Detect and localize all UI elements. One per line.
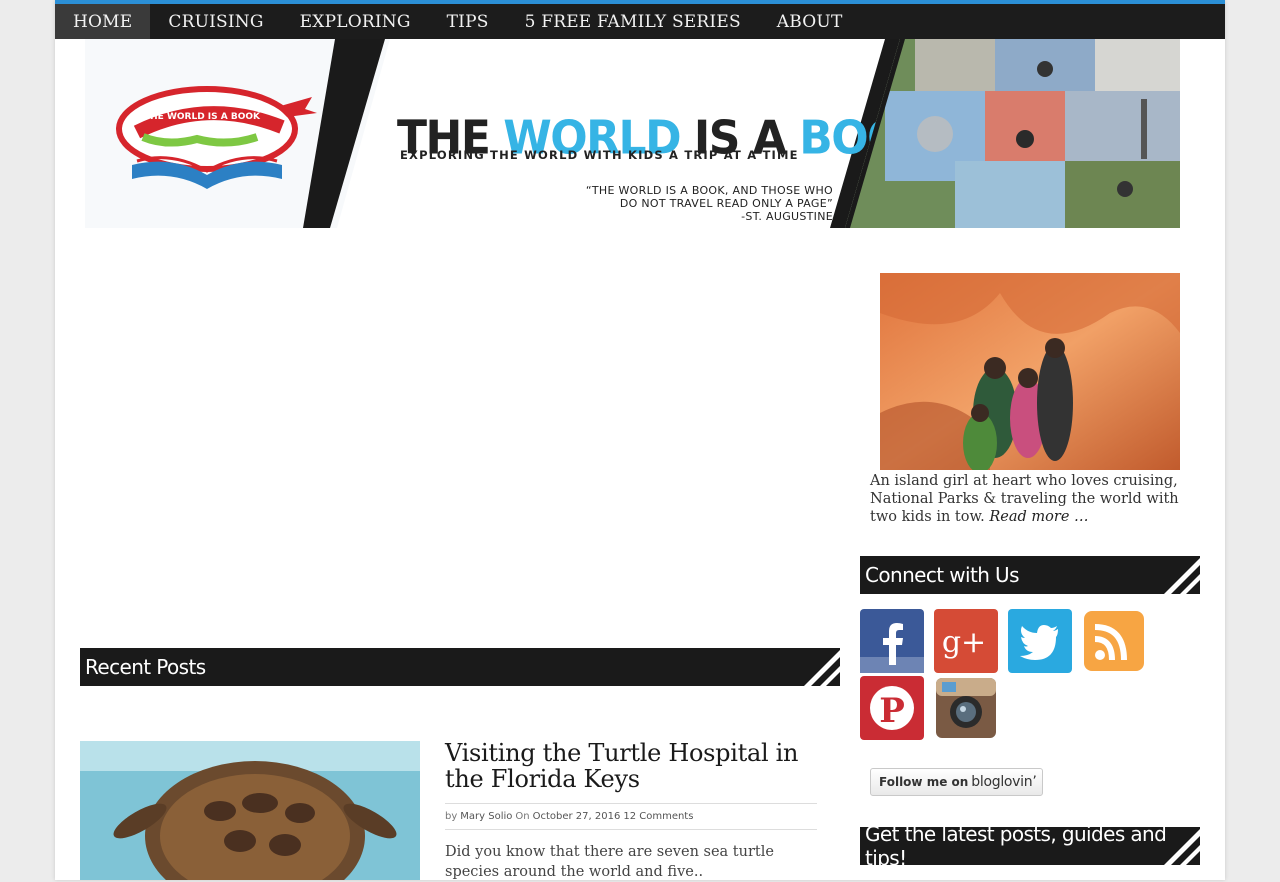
instagram-icon[interactable] (934, 676, 998, 740)
svg-text:g+: g+ (942, 625, 986, 660)
nav-item-family-series[interactable]: 5 FREE FAMILY SERIES (507, 4, 759, 39)
main-nav: HOME CRUISING EXPLORING TIPS 5 FREE FAMI… (55, 4, 1225, 39)
family-photo-collage (845, 39, 1180, 228)
title-stripes-decoration (1164, 558, 1200, 594)
rss-icon[interactable] (1082, 609, 1146, 673)
post-author-link[interactable]: Mary Solio (460, 811, 512, 822)
post-thumbnail[interactable] (80, 741, 420, 880)
about-author-text: An island girl at heart who loves cruisi… (870, 472, 1185, 526)
facebook-icon[interactable] (860, 609, 924, 673)
newsletter-title-text: Get the latest posts, guides and tips! (865, 827, 1167, 865)
banner-quote: “THE WORLD IS A BOOK, AND THOSE WHO DO N… (585, 184, 833, 223)
google-plus-icon[interactable]: g+ (934, 609, 998, 673)
post-date-link[interactable]: October 27, 2016 (533, 811, 621, 822)
svg-text:THE WORLD IS A BOOK: THE WORLD IS A BOOK (144, 112, 261, 122)
connect-widget-title: Connect with Us (860, 556, 1200, 594)
nav-item-tips[interactable]: TIPS (429, 4, 507, 39)
post-meta: by Mary Solio On October 27, 2016 12 Com… (445, 803, 817, 830)
read-more-link[interactable]: Read more … (989, 509, 1088, 525)
bloglovin-brand: bloglovin’ (971, 774, 1037, 790)
recent-posts-title: Recent Posts (80, 648, 840, 686)
quote-author: -ST. AUGUSTINE (741, 210, 833, 223)
quote-line: “THE WORLD IS A BOOK, AND THOSE WHO (585, 184, 833, 197)
nav-item-home[interactable]: HOME (55, 4, 151, 39)
post-title-link[interactable]: Visiting the Turtle Hospital in the Flor… (445, 740, 825, 792)
connect-title-text: Connect with Us (865, 563, 1020, 587)
post-excerpt: Did you know that there are seven sea tu… (445, 844, 774, 880)
newsletter-widget-title: Get the latest posts, guides and tips! (860, 827, 1200, 865)
site-logo[interactable]: THE WORLD IS A BOOK (107, 77, 322, 197)
post-meta-on: On (515, 811, 530, 822)
about-author-photo[interactable] (880, 273, 1180, 470)
nav-item-exploring[interactable]: EXPLORING (282, 4, 429, 39)
bloglovin-follow-text: Follow me on (879, 775, 969, 789)
recent-posts-title-text: Recent Posts (85, 655, 206, 679)
title-stripes-decoration (804, 650, 840, 686)
title-stripes-decoration (1164, 829, 1200, 865)
post-comments-link[interactable]: 12 Comments (623, 811, 693, 822)
bloglovin-follow-button[interactable]: Follow me on bloglovin’ (870, 768, 1043, 796)
banner-subtitle: EXPLORING THE WORLD WITH KIDS A TRIP AT … (400, 148, 799, 162)
post-meta-by: by (445, 811, 458, 822)
site-banner[interactable]: THE WORLD IS A BOOK THE WORLD IS A BOOK … (85, 39, 1180, 228)
pinterest-icon[interactable]: P (860, 676, 924, 740)
quote-line: DO NOT TRAVEL READ ONLY A PAGE” (619, 197, 833, 210)
nav-item-about[interactable]: ABOUT (759, 4, 861, 39)
page-container: HOME CRUISING EXPLORING TIPS 5 FREE FAMI… (55, 0, 1225, 880)
twitter-icon[interactable] (1008, 609, 1072, 673)
svg-text:P: P (879, 691, 905, 731)
nav-item-cruising[interactable]: CRUISING (150, 4, 281, 39)
